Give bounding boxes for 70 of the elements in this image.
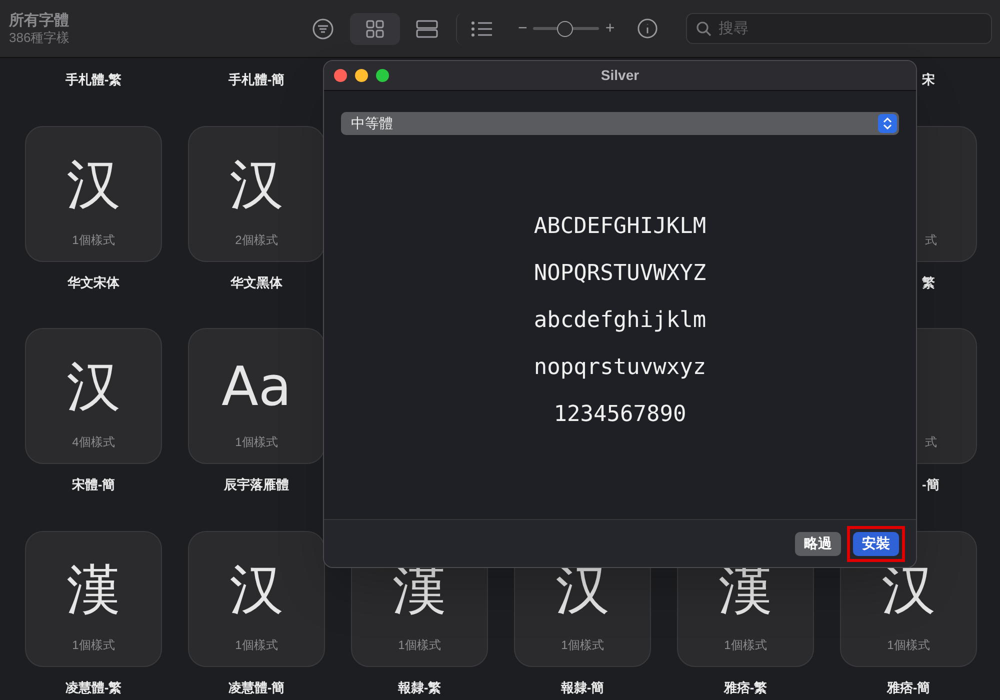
list-view-icon <box>470 18 494 38</box>
zoom-out-button[interactable]: − <box>518 16 528 40</box>
search-icon <box>696 21 712 37</box>
view-button[interactable] <box>350 12 400 44</box>
glyph-preview: Aa <box>220 354 293 420</box>
sample-text: nopqrstuvwxyz <box>534 354 706 382</box>
style-count: 1個樣式 <box>561 636 604 654</box>
glyph-preview: 汉 <box>554 556 610 622</box>
glyph-preview: 汉 <box>228 556 284 622</box>
font-name: 华文宋体 <box>68 274 120 292</box>
font-card[interactable]: 汉 1個樣式 <box>188 530 325 666</box>
font-name: 华文黑体 <box>230 274 282 292</box>
font-name: 宋 <box>920 71 935 89</box>
style-count: 1個樣式 <box>724 636 767 654</box>
slider-thumb[interactable] <box>557 20 574 36</box>
style-count: 1個樣式 <box>235 434 278 451</box>
font-name: 手札體-簡 <box>228 71 285 89</box>
filter-icon[interactable] <box>312 18 334 40</box>
zoom-slider[interactable] <box>533 20 600 36</box>
info-icon[interactable] <box>636 18 658 39</box>
sample-text: NOPQRSTUVWXYZ <box>534 260 706 288</box>
sample-text: ABCDEFGHIJKLM <box>534 213 706 241</box>
style-count: 2個樣式 <box>235 232 278 248</box>
glyph-preview: 汉 <box>66 152 122 218</box>
close-button[interactable] <box>334 69 347 82</box>
font-card[interactable]: 汉 4個樣式 <box>25 328 162 464</box>
font-name: 雅痞-繁 <box>724 678 768 696</box>
style-count: 1個樣式 <box>72 232 115 248</box>
font-name: 報隸-簡 <box>560 678 604 696</box>
font-count: 386種字樣 <box>9 30 71 46</box>
glyph-preview: 漢 <box>392 556 448 622</box>
style-count: 4個樣式 <box>72 434 115 451</box>
window-title: 所有字體 <box>9 12 70 30</box>
font-name: 辰宇落雁體 <box>224 476 289 494</box>
search-field[interactable]: 搜尋 <box>686 13 992 44</box>
grid-view-icon <box>365 18 385 38</box>
font-card[interactable]: Aa 1個樣式 <box>188 328 325 464</box>
skip-button[interactable]: 略過 <box>795 532 841 556</box>
rows-view-icon <box>415 18 439 38</box>
style-count: 1個樣式 <box>887 636 930 654</box>
font-name: 宋體-簡 <box>72 476 116 494</box>
font-name: 繁 <box>921 274 935 292</box>
font-card[interactable]: 汉 1個樣式 <box>25 126 162 262</box>
style-count: 1個樣式 <box>235 636 278 654</box>
minimize-button[interactable] <box>355 69 368 82</box>
style-count: 式 <box>924 232 937 248</box>
font-name: 報隸-繁 <box>398 678 442 696</box>
font-name: -簡 <box>921 476 940 494</box>
font-card[interactable]: 汉 2個樣式 <box>188 126 325 262</box>
sample-text: abcdefghijklm <box>534 307 706 335</box>
glyph-preview: 汉 <box>66 354 122 420</box>
install-button[interactable]: 安裝 <box>853 532 899 556</box>
zoom-in-button[interactable]: + <box>605 16 615 40</box>
glyph-preview: 汉 <box>880 556 936 622</box>
style-count: 1個樣式 <box>72 636 115 654</box>
glyph-preview: 漢 <box>718 556 774 622</box>
dialog-title: Silver <box>600 66 640 85</box>
style-count: 1個樣式 <box>398 636 441 654</box>
font-name: 雅痞-簡 <box>886 678 930 696</box>
font-name: 手札體-繁 <box>65 71 122 89</box>
font-card[interactable]: 漢 1個樣式 <box>25 530 162 666</box>
style-count: 式 <box>924 434 937 451</box>
style-select[interactable]: 中等體 <box>341 112 899 135</box>
glyph-preview: 漢 <box>66 556 122 622</box>
font-name: 凌慧體-簡 <box>228 678 285 696</box>
chevron-updown-icon <box>878 114 897 133</box>
zoom-button[interactable] <box>376 69 389 82</box>
glyph-preview: 汉 <box>228 152 284 218</box>
sample-text: 1234567890 <box>554 401 686 429</box>
font-name: 凌慧體-繁 <box>65 678 122 696</box>
